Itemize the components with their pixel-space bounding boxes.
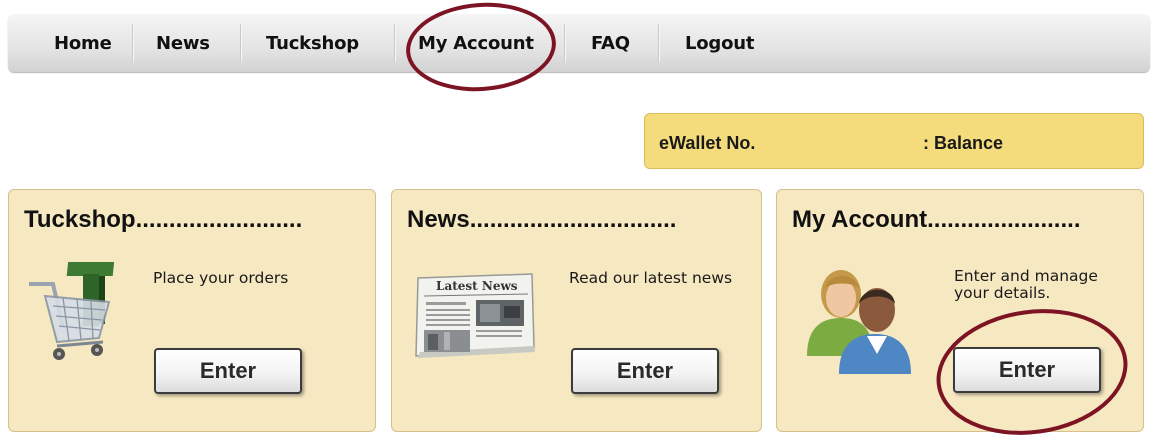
ewallet-balance-bar: eWallet No. : Balance — [644, 113, 1144, 169]
main-nav-bar: Home News Tuckshop My Account FAQ Logout — [8, 14, 1150, 72]
nav-my-account[interactable]: My Account — [418, 14, 534, 72]
nav-tuckshop[interactable]: Tuckshop — [266, 14, 359, 72]
tuckshop-enter-button[interactable]: Enter — [154, 348, 302, 394]
card-title-news: News............................... — [407, 206, 677, 233]
nav-logout[interactable]: Logout — [685, 14, 755, 72]
news-enter-button[interactable]: Enter — [571, 348, 719, 394]
nav-faq[interactable]: FAQ — [591, 14, 630, 72]
nav-divider — [240, 24, 241, 62]
card-desc-my-account: Enter and manage your details. — [954, 268, 1098, 302]
tuckshop-card: Tuckshop......................... Place … — [8, 189, 376, 432]
nav-news[interactable]: News — [156, 14, 210, 72]
nav-divider — [658, 24, 659, 62]
news-card: News............................... Late… — [391, 189, 762, 432]
nav-divider — [394, 24, 395, 62]
nav-divider — [132, 24, 133, 62]
my-account-card: My Account....................... Enter … — [776, 189, 1144, 432]
card-desc-news: Read our latest news — [569, 269, 733, 287]
newspaper-icon: Latest News — [415, 273, 535, 358]
ewallet-number-label: eWallet No. — [659, 133, 756, 153]
shopping-cart-icon — [29, 262, 115, 360]
card-desc-line-1: Enter and manage — [954, 267, 1098, 285]
my-account-enter-button[interactable]: Enter — [953, 347, 1101, 393]
balance-text: : Balance — [923, 133, 1004, 153]
news-image-text: Latest News — [436, 279, 518, 293]
card-title-tuckshop: Tuckshop......................... — [24, 206, 303, 233]
card-title-my-account: My Account....................... — [792, 206, 1081, 233]
nav-home[interactable]: Home — [54, 14, 112, 72]
users-icon — [807, 270, 911, 374]
nav-divider — [564, 24, 565, 62]
card-desc-line-2: your details. — [954, 284, 1051, 302]
ewallet-balance-label: : Balance — [923, 114, 1003, 172]
card-desc-tuckshop: Place your orders — [153, 269, 289, 287]
